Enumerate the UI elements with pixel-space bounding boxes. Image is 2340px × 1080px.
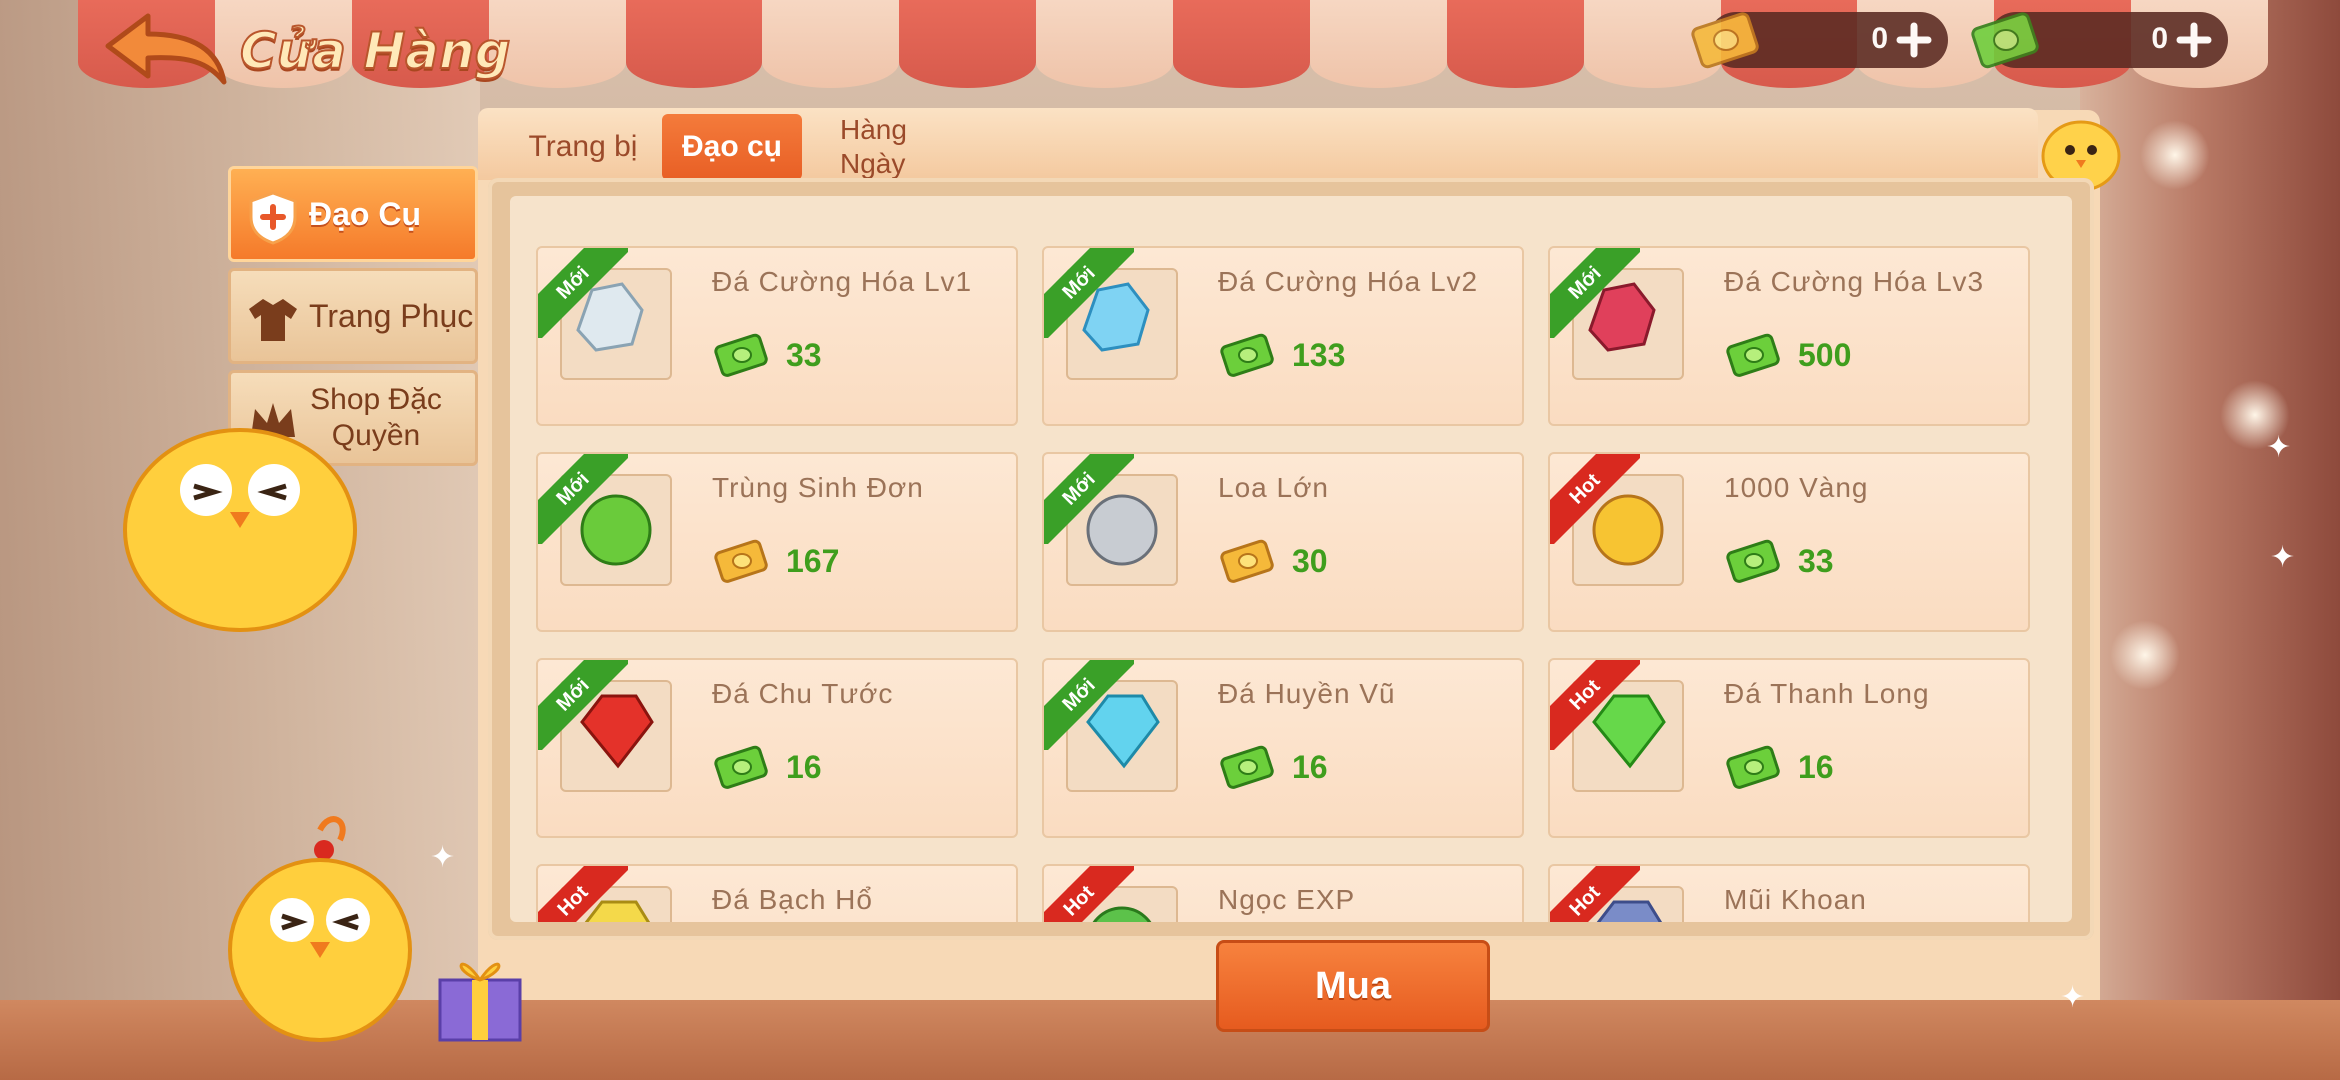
gold-ticket-icon [1691, 12, 1759, 69]
gift-box-icon [438, 962, 522, 1042]
item-card[interactable]: Mới Loa Lớn 30 [1042, 452, 1524, 632]
item-price: 500 [1724, 330, 1851, 380]
back-button[interactable] [100, 12, 230, 88]
item-card[interactable]: Mới Đá Cường Hóa Lv2 133 [1042, 246, 1524, 426]
item-price: 16 [1218, 742, 1328, 792]
item-price-value: 16 [786, 748, 822, 785]
hot-badge: Hot [1550, 866, 1640, 922]
item-card[interactable]: Hot 1000 Vàng 33 [1548, 452, 2030, 632]
item-price: 30 [1218, 536, 1328, 586]
item-card[interactable]: Mới Đá Chu Tước 16 [536, 658, 1018, 838]
item-price: 16 [712, 742, 822, 792]
item-price-value: 33 [1798, 542, 1834, 579]
moi-badge: Mới [1044, 248, 1134, 338]
item-name: Ngọc EXP [1218, 884, 1356, 915]
moi-badge: Mới [538, 660, 628, 750]
item-card[interactable]: Mới Đá Cường Hóa Lv3 500 [1548, 246, 2030, 426]
item-card[interactable]: Mới Đá Huyền Vũ 16 [1042, 658, 1524, 838]
cash-currency-value: 0 [2151, 22, 2168, 55]
green-cash-icon [1971, 12, 2039, 69]
gold-ticket-icon [1220, 539, 1274, 583]
back-arrow-icon [105, 13, 227, 85]
item-price-value: 16 [1798, 748, 1834, 785]
green-cash-icon [1726, 745, 1780, 789]
item-name: Đá Cường Hóa Lv3 [1724, 266, 1985, 297]
moi-badge: Mới [538, 454, 628, 544]
item-price: 133 [1218, 330, 1345, 380]
item-name: Đá Bạch Hổ [712, 884, 873, 915]
green-cash-icon [714, 745, 768, 789]
gold-currency-value: 0 [1871, 22, 1888, 55]
item-card[interactable]: Hot Ngọc EXP [1042, 864, 1524, 922]
moi-badge: Mới [1550, 248, 1640, 338]
green-cash-icon [1726, 333, 1780, 377]
hot-badge: Hot [1550, 660, 1640, 750]
add-cash-button[interactable] [2174, 20, 2214, 60]
tab-bar: Trang bị Đạo cụ Hàng Ngày [478, 108, 2038, 180]
sparkle-icon: ✦ [2270, 541, 2296, 574]
tab-trang-bi[interactable]: Trang bị [508, 114, 658, 180]
chick-mascot-bottom-icon [228, 816, 412, 1042]
item-price-value: 500 [1798, 336, 1852, 373]
item-price-value: 167 [786, 542, 840, 579]
moi-badge: Mới [538, 248, 628, 338]
hot-badge: Hot [538, 866, 628, 922]
cash-currency-counter: 0 [1971, 12, 2228, 69]
green-cash-icon [1220, 333, 1274, 377]
item-price-value: 16 [1292, 748, 1328, 785]
item-price-value: 133 [1292, 336, 1346, 373]
item-card[interactable]: Hot Đá Thanh Long 16 [1548, 658, 2030, 838]
item-price: 16 [1724, 742, 1834, 792]
item-price: 167 [712, 536, 839, 586]
page-title: Cửa Hàng [239, 21, 511, 81]
sparkle-icon: ✦ [2060, 981, 2086, 1014]
buy-button[interactable]: Mua [1216, 940, 1490, 1032]
sparkle-icon: ✦ [2266, 431, 2292, 464]
tab-hang-ngay[interactable]: Hàng Ngày [840, 114, 940, 180]
item-card[interactable]: Mới Trùng Sinh Đơn 167 [536, 452, 1018, 632]
item-name: Đá Cường Hóa Lv1 [712, 266, 973, 297]
moi-badge: Mới [1044, 454, 1134, 544]
item-name: Đá Cường Hóa Lv2 [1218, 266, 1479, 297]
item-name: Đá Chu Tước [712, 678, 894, 709]
green-cash-icon [1220, 745, 1274, 789]
gold-currency-counter: 0 [1691, 12, 1948, 69]
item-price-value: 33 [786, 336, 822, 373]
hot-badge: Hot [1550, 454, 1640, 544]
green-cash-icon [1726, 539, 1780, 583]
hot-badge: Hot [1044, 866, 1134, 922]
chick-mascot-left-icon [123, 428, 357, 632]
green-cash-icon [714, 333, 768, 377]
item-name: Loa Lớn [1218, 472, 1330, 503]
item-price: 33 [712, 330, 822, 380]
item-card[interactable]: Hot Mũi Khoan [1548, 864, 2030, 922]
tab-dao-cu[interactable]: Đạo cụ [662, 114, 802, 180]
item-card[interactable]: Mới Đá Cường Hóa Lv1 33 [536, 246, 1018, 426]
gold-ticket-icon [714, 539, 768, 583]
item-name: Trùng Sinh Đơn [712, 472, 924, 503]
item-card[interactable]: Hot Đá Bạch Hổ [536, 864, 1018, 922]
item-name: 1000 Vàng [1724, 472, 1869, 503]
item-name: Đá Thanh Long [1724, 678, 1930, 709]
item-name: Mũi Khoan [1724, 884, 1867, 915]
add-gold-button[interactable] [1894, 20, 1934, 60]
item-price: 33 [1724, 536, 1834, 586]
item-name: Đá Huyền Vũ [1218, 678, 1396, 709]
sparkle-icon: ✦ [430, 841, 456, 874]
item-price-value: 30 [1292, 542, 1328, 579]
moi-badge: Mới [1044, 660, 1134, 750]
